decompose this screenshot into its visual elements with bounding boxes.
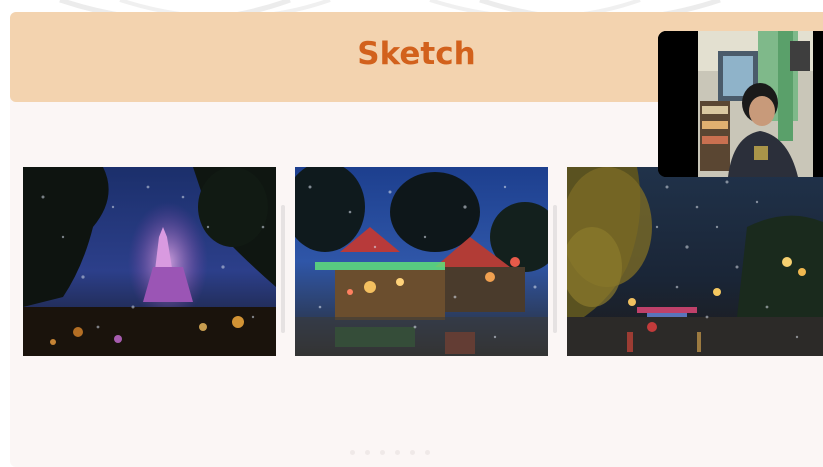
slide-title: Sketch [357, 36, 476, 72]
carousel-dots [350, 450, 430, 455]
carousel-dot[interactable] [365, 450, 370, 455]
photo-divider [553, 205, 557, 333]
photo-street-night [567, 167, 823, 356]
carousel-dot[interactable] [380, 450, 385, 455]
carousel-dot[interactable] [350, 450, 355, 455]
photo-fairground-night [295, 167, 548, 356]
presentation-screen: Sketch [0, 0, 823, 467]
carousel-dot[interactable] [410, 450, 415, 455]
carousel-dot[interactable] [395, 450, 400, 455]
photo-temple-night [23, 167, 276, 356]
carousel-dot[interactable] [425, 450, 430, 455]
webcam-overlay[interactable] [658, 31, 823, 177]
photo-divider [281, 205, 285, 333]
